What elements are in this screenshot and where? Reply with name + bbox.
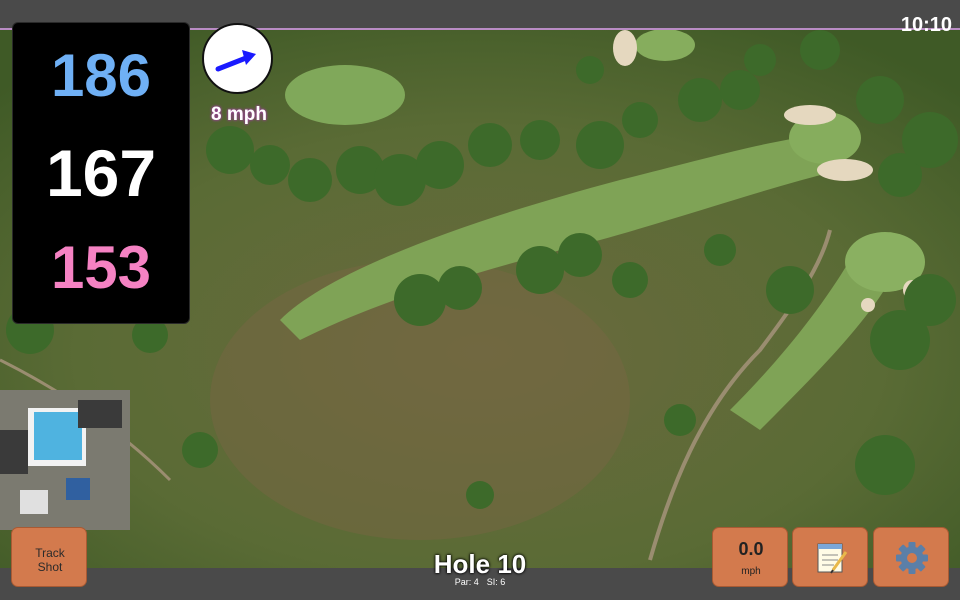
distance-middle: 167 [45,136,157,210]
hole-si: SI: 6 [486,577,506,587]
clock: 10:10 [900,14,952,36]
bunker [613,30,637,66]
hole-par: Par: 4 [454,577,479,587]
distance-back: 186 [50,42,152,109]
bunker [784,105,836,125]
speed-value: 0.0 [738,539,764,559]
green-top-left [285,65,405,125]
track-shot-button[interactable]: Track Shot [11,527,87,587]
distance-panel: 186 167 153 [12,22,190,324]
wind-arrow-icon [215,50,256,72]
notes-button[interactable] [792,527,868,587]
gear-icon [896,542,928,574]
wind-speed: 8 mph [211,104,267,125]
speed-unit: mph [741,566,761,577]
wind-indicator [202,23,273,94]
building-roof [0,430,28,474]
track-shot-label-1: Track [35,546,65,560]
bunker [861,298,875,312]
settings-button[interactable] [873,527,949,587]
pool [34,412,82,460]
hole-title: Hole 10 [433,549,527,579]
bunker [817,159,873,181]
hole-info: Par: 4 SI: 6 [380,577,580,587]
court [66,478,90,500]
distance-front: 153 [50,234,152,301]
building [20,490,48,514]
speed-button[interactable]: 0.0 mph [712,527,788,587]
building-roof [78,400,122,428]
track-shot-label-2: Shot [37,560,63,574]
notepad-icon [817,543,848,574]
green-top [635,30,695,61]
